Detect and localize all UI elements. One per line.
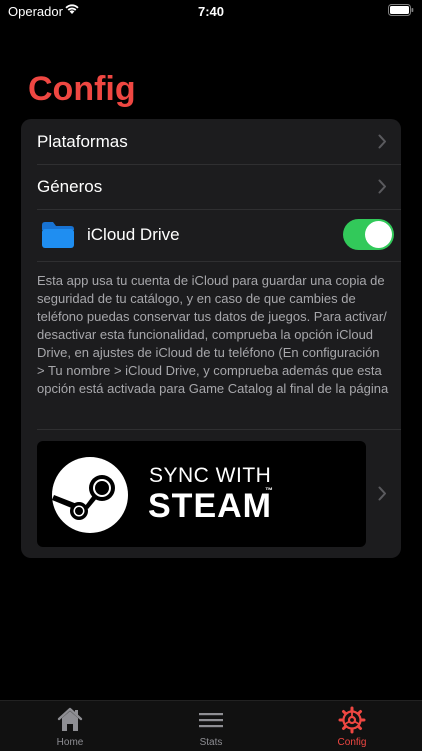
genres-label: Géneros [37, 176, 103, 196]
chevron-right-icon [378, 179, 387, 199]
sync-with-text: SYNC WITH [149, 464, 272, 487]
tab-home-label: Home [56, 737, 84, 748]
toggle-knob [365, 221, 392, 248]
house-icon [56, 706, 84, 739]
status-time: 7:40 [197, 4, 225, 19]
platforms-row[interactable]: Plataformas [21, 119, 401, 164]
chevron-right-icon [378, 486, 387, 506]
list-icon [197, 706, 225, 739]
gear-icon [338, 706, 366, 739]
icloud-drive-label: iCloud Drive [87, 225, 180, 244]
sync-steam-row[interactable]: SYNC WITH STEAM ™ [21, 430, 401, 558]
icloud-drive-toggle[interactable] [343, 219, 394, 250]
tab-stats[interactable]: Stats [141, 701, 281, 751]
platforms-label: Plataformas [37, 131, 128, 151]
page-title: Config [28, 70, 136, 108]
sync-steam-button[interactable]: SYNC WITH STEAM ™ [37, 441, 366, 547]
settings-card: Plataformas Géneros iCloud Drive Esta ap… [21, 119, 401, 558]
genres-row[interactable]: Géneros [21, 164, 401, 209]
tab-bar: Home Stats Config [0, 700, 422, 751]
trademark-symbol: ™ [265, 486, 273, 495]
tab-config[interactable]: Config [282, 701, 422, 751]
chevron-right-icon [378, 134, 387, 154]
tab-stats-label: Stats [199, 737, 223, 748]
tab-config-label: Config [337, 737, 367, 748]
battery-icon [388, 4, 414, 19]
tab-home[interactable]: Home [0, 701, 140, 751]
row-divider [37, 261, 401, 262]
folder-icon [40, 220, 76, 255]
status-bar: Operador 7:40 [0, 0, 422, 22]
icloud-description: Esta app usa tu cuenta de iCloud para gu… [37, 273, 389, 396]
steam-wordmark: STEAM [148, 487, 272, 525]
icloud-drive-row: iCloud Drive [21, 209, 401, 261]
steam-logo-icon [51, 456, 129, 539]
